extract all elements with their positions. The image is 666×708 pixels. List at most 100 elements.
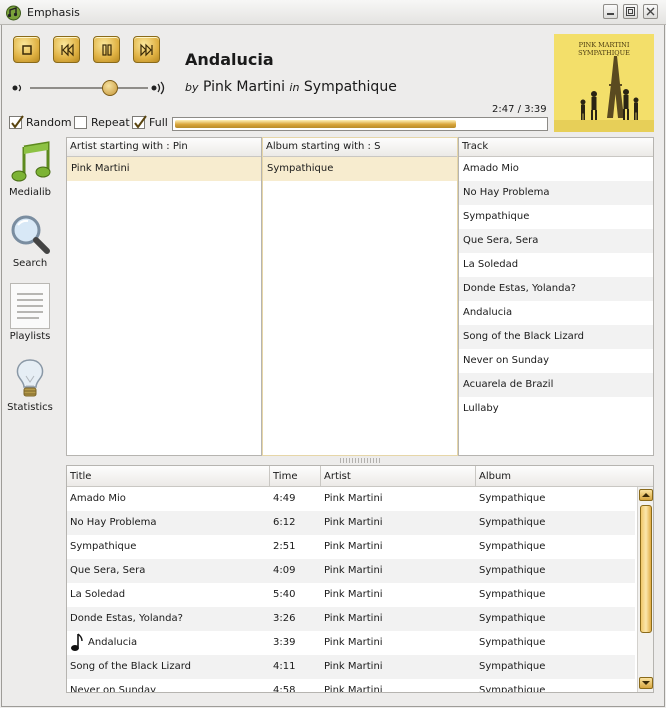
next-button[interactable] [133, 36, 160, 63]
playlist-cell-album: Sympathique [479, 589, 546, 600]
song-artist: Pink Martini [202, 79, 285, 95]
playlist-cell-title: Que Sera, Sera [70, 565, 146, 576]
track-item[interactable]: Lullaby [459, 397, 653, 421]
playlist-cell-artist: Pink Martini [324, 493, 383, 504]
close-button[interactable] [643, 4, 658, 19]
playlist-cell-time: 4:58 [273, 685, 296, 693]
track-item[interactable]: Song of the Black Lizard [459, 325, 653, 349]
repeat-checkbox[interactable]: Repeat [74, 115, 130, 130]
playlist-row[interactable]: No Hay Problema 6:12 Pink Martini Sympathiq… [67, 511, 635, 535]
playlist-row[interactable]: Donde Estas, Yolanda? 3:26 Pink Martini Sym… [67, 607, 635, 631]
scroll-down-button[interactable] [639, 677, 653, 689]
playlist-cell-album: Sympathique [479, 637, 546, 648]
playlist-cell-album: Sympathique [479, 517, 546, 528]
track-item[interactable]: Andalucia [459, 301, 653, 325]
playlist-cell-time: 4:11 [273, 661, 296, 672]
pane-splitter-handle[interactable] [340, 458, 380, 463]
scroll-up-button[interactable] [639, 489, 653, 501]
nav-statistics-label: Statistics [7, 402, 53, 413]
music-note-icon [11, 141, 51, 182]
playlist-cell-album: Sympathique [479, 613, 546, 624]
nav-playlists[interactable]: Playlists [4, 283, 56, 342]
track-item[interactable]: No Hay Problema [459, 181, 653, 205]
playlist-cell-title: Donde Estas, Yolanda? [70, 613, 183, 624]
nav-medialib[interactable]: Medialib [4, 141, 56, 198]
random-checkbox[interactable]: Random [9, 115, 72, 130]
playlist-cell-title: Song of the Black Lizard [70, 661, 191, 672]
track-item[interactable]: La Soledad [459, 253, 653, 277]
playlist-row[interactable]: Never on Sunday 4:58 Pink Martini Sympathiq… [67, 679, 635, 693]
song-meta: by Pink Martini in Sympathique [185, 79, 397, 95]
maximize-icon [626, 7, 635, 16]
playlist-cell-title: Sympathique [70, 541, 137, 552]
track-item[interactable]: Donde Estas, Yolanda? [459, 277, 653, 301]
repeat-label: Repeat [91, 116, 130, 129]
nav-search[interactable]: Search [4, 212, 56, 269]
next-icon [140, 43, 153, 57]
album-pane-header[interactable]: Album starting with : S [263, 138, 457, 157]
playlist-cell-artist: Pink Martini [324, 685, 383, 693]
album-pane: Album starting with : S Sympathique [262, 137, 458, 456]
previous-button[interactable] [53, 36, 80, 63]
artist-pane-header[interactable]: Artist starting with : Pin [67, 138, 261, 157]
track-item[interactable]: Amado Mio [459, 157, 653, 181]
full-checkbox-box[interactable] [132, 115, 147, 129]
track-item[interactable]: Never on Sunday [459, 349, 653, 373]
full-label: Full [149, 116, 168, 129]
minimize-icon [607, 13, 614, 15]
playlist-cell-album: Sympathique [479, 661, 546, 672]
playlist-cell-artist: Pink Martini [324, 541, 383, 552]
playlist-cell-artist: Pink Martini [324, 589, 383, 600]
column-time[interactable]: Time [270, 466, 321, 487]
list-icon [17, 293, 43, 319]
seek-bar[interactable] [172, 117, 548, 131]
volume-low-icon [12, 84, 22, 92]
playlist-cell-artist: Pink Martini [324, 637, 383, 648]
random-checkbox-box[interactable] [9, 115, 24, 129]
nav-search-label: Search [12, 258, 48, 269]
pause-button[interactable] [93, 36, 120, 63]
playlist-row[interactable]: Andalucia 3:39 Pink Martini Sympathique [67, 631, 635, 655]
playlist-cell-artist: Pink Martini [324, 613, 383, 624]
column-artist[interactable]: Artist [321, 466, 476, 487]
playlist-cell-time: 4:09 [273, 565, 296, 576]
track-list: Amado Mio No Hay Problema Sympathique Que S… [459, 157, 653, 421]
artist-item[interactable]: Pink Martini [67, 157, 261, 181]
volume-high-icon [151, 81, 165, 95]
nav-playlists-label: Playlists [9, 331, 51, 342]
repeat-checkbox-box[interactable] [74, 116, 87, 129]
playlist-cell-album: Sympathique [479, 541, 546, 552]
volume-slider-track[interactable] [30, 87, 148, 89]
track-pane-header[interactable]: Track [459, 138, 653, 157]
playlist-row[interactable]: Amado Mio 4:49 Pink Martini Sympathique [67, 487, 635, 511]
playlist-cell-time: 3:39 [273, 637, 296, 648]
playlist-cell-time: 6:12 [273, 517, 296, 528]
playlist-row[interactable]: Song of the Black Lizard 4:11 Pink Martini… [67, 655, 635, 679]
scroll-thumb[interactable] [640, 505, 652, 633]
playlist-cell-time: 4:49 [273, 493, 296, 504]
time-display: 2:47 / 3:39 [492, 104, 547, 115]
playlist-header: Title Time Artist Album [67, 466, 653, 487]
pause-icon [102, 44, 112, 56]
stop-icon [22, 45, 32, 55]
playlist-table: Title Time Artist Album Amado Mio 4:49 Pin… [66, 465, 654, 693]
playlist-body: Amado Mio 4:49 Pink Martini Sympathique No H… [67, 487, 635, 693]
nav-statistics[interactable]: Statistics [4, 356, 56, 413]
playlist-cell-album: Sympathique [479, 685, 546, 693]
minimize-button[interactable] [603, 4, 618, 19]
stop-button[interactable] [13, 36, 40, 63]
track-item[interactable]: Que Sera, Sera [459, 229, 653, 253]
artist-pane: Artist starting with : Pin Pink Martini [66, 137, 262, 456]
column-title[interactable]: Title [67, 466, 270, 487]
album-item[interactable]: Sympathique [263, 157, 457, 181]
maximize-button[interactable] [623, 4, 638, 19]
playlist-row[interactable]: Que Sera, Sera 4:09 Pink Martini Sympathiqu… [67, 559, 635, 583]
column-album[interactable]: Album [476, 466, 653, 487]
track-item[interactable]: Acuarela de Brazil [459, 373, 653, 397]
playlist-row[interactable]: Sympathique 2:51 Pink Martini Sympathique [67, 535, 635, 559]
playlist-scrollbar[interactable] [637, 487, 653, 692]
playlist-row[interactable]: La Soledad 5:40 Pink Martini Sympathique [67, 583, 635, 607]
window-title: Emphasis [27, 6, 80, 19]
track-item[interactable]: Sympathique [459, 205, 653, 229]
full-checkbox[interactable]: Full [132, 115, 168, 130]
